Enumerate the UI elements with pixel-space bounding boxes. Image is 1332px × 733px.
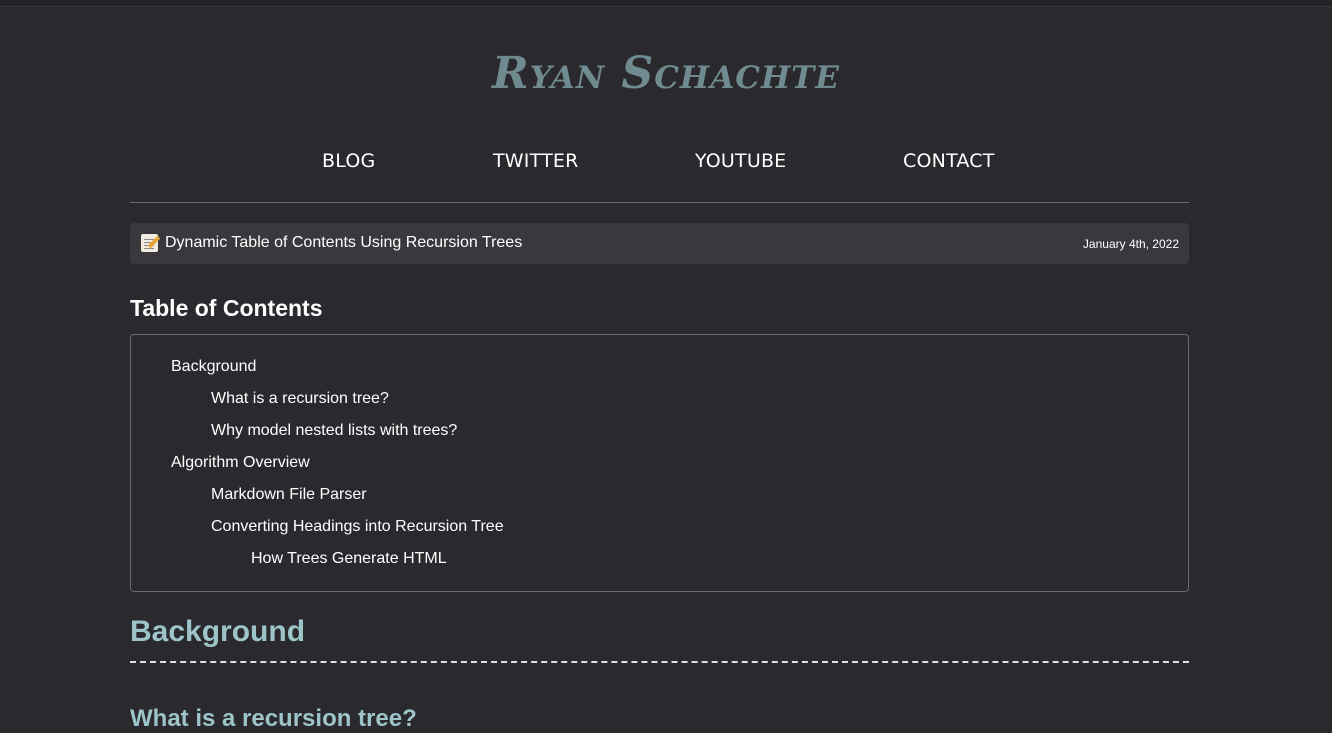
toc-item-background[interactable]: Background [171, 358, 256, 376]
browser-top-edge [0, 0, 1332, 7]
toc-item-converting-headings[interactable]: Converting Headings into Recursion Tree [211, 518, 504, 536]
toc-item-what-is-recursion-tree[interactable]: What is a recursion tree? [211, 390, 389, 408]
main-nav: BLOG TWITTER YOUTUBE CONTACT [0, 150, 1332, 176]
nav-divider [130, 202, 1189, 203]
subsection-heading-recursion-tree: What is a recursion tree? [130, 705, 417, 732]
post-date: January 4th, 2022 [1082, 237, 1179, 251]
toc-heading: Table of Contents [130, 295, 323, 321]
section-heading-background: Background [130, 615, 306, 648]
toc-item-algorithm-overview[interactable]: Algorithm Overview [171, 454, 310, 472]
toc-item-why-model-nested-lists[interactable]: Why model nested lists with trees? [211, 422, 457, 440]
toc-box: Background What is a recursion tree? Why… [130, 334, 1189, 592]
nav-youtube-link[interactable]: YOUTUBE [695, 150, 786, 172]
section-dashed-rule [130, 661, 1189, 663]
site-title[interactable]: Ryan Schachte [0, 48, 1332, 99]
toc-item-markdown-file-parser[interactable]: Markdown File Parser [211, 486, 367, 504]
nav-blog-link[interactable]: BLOG [322, 150, 375, 172]
toc-item-how-trees-generate-html[interactable]: How Trees Generate HTML [251, 550, 447, 568]
nav-twitter-link[interactable]: TWITTER [493, 150, 578, 172]
nav-contact-link[interactable]: CONTACT [903, 150, 995, 172]
post-title: Dynamic Table of Contents Using Recursio… [165, 234, 523, 251]
post-header-bar: Dynamic Table of Contents Using Recursio… [130, 223, 1189, 264]
memo-icon [141, 234, 158, 252]
